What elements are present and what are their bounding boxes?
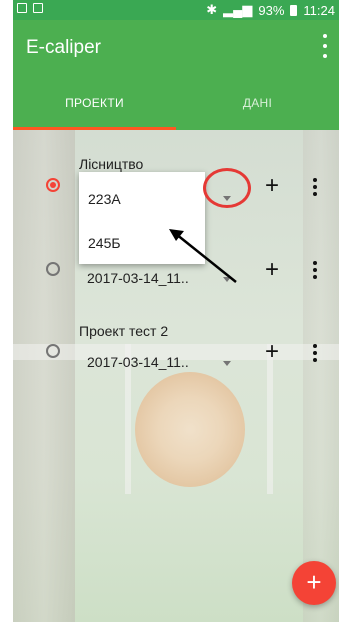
measurement-spinner[interactable]: 2017-03-14_11.. [87, 270, 189, 286]
tree-slice-image [135, 372, 245, 487]
tab-data-label: ДАНІ [242, 96, 273, 110]
measurement-dropdown: 223А 245Б [79, 172, 231, 264]
bluetooth-icon: ✱ [206, 2, 218, 17]
chevron-down-icon[interactable] [223, 361, 231, 366]
clock: 11:24 [303, 2, 335, 18]
project-menu-icon[interactable] [312, 178, 318, 196]
project-radio[interactable] [46, 178, 60, 192]
tab-projects[interactable]: ПРОЕКТИ [13, 76, 176, 130]
app-title: E-caliper [26, 37, 101, 58]
tab-data[interactable]: ДАНІ [176, 76, 339, 130]
overflow-menu-icon[interactable] [321, 34, 329, 58]
highlight-circle [203, 168, 251, 208]
chevron-down-icon[interactable] [223, 277, 231, 282]
dropdown-option[interactable]: 223А [88, 191, 121, 207]
status-bar: ✱ ▂▄▆ 93% 11:24 [13, 0, 339, 20]
dropdown-option[interactable]: 245Б [88, 235, 121, 251]
tree-trunk [303, 130, 339, 622]
project-name: Лісництво [79, 156, 144, 172]
add-icon[interactable]: + [265, 258, 279, 282]
project-radio[interactable] [46, 344, 60, 358]
tab-projects-label: ПРОЕКТИ [65, 96, 124, 110]
tree-trunk [13, 130, 75, 622]
battery-icon [290, 4, 298, 16]
project-menu-icon[interactable] [312, 261, 318, 279]
signal-icon: ▂▄▆ [223, 2, 253, 17]
tab-bar: ПРОЕКТИ ДАНІ [13, 76, 339, 130]
add-project-fab[interactable]: + [292, 561, 336, 605]
project-name: Проект тест 2 [79, 323, 169, 339]
gallery-notification-icon [17, 3, 27, 13]
battery-percent: 93% [258, 2, 285, 18]
measurement-spinner[interactable]: 2017-03-14_11.. [87, 354, 189, 370]
add-icon[interactable]: + [265, 174, 279, 198]
caliper-jaw [267, 344, 273, 494]
image-notification-icon [33, 3, 43, 13]
app-bar: E-caliper [13, 20, 339, 76]
add-icon[interactable]: + [265, 340, 279, 364]
project-radio[interactable] [46, 262, 60, 276]
phone-screen: ✱ ▂▄▆ 93% 11:24 E-caliper ПРОЕКТИ ДАНІ Л… [13, 0, 339, 622]
project-menu-icon[interactable] [312, 344, 318, 362]
